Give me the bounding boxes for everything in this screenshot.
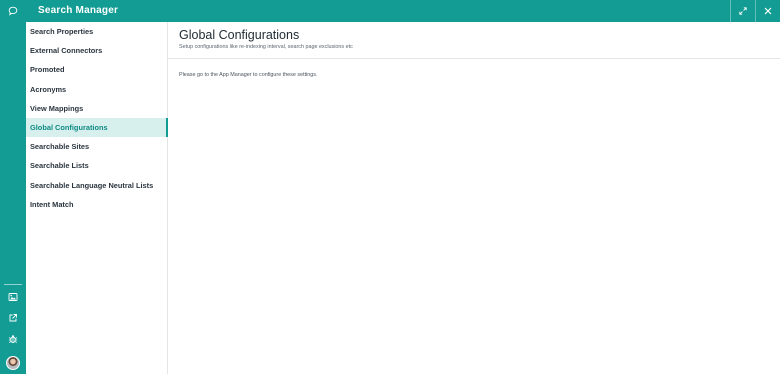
app-title: Search Manager — [38, 5, 119, 16]
sidebar-item-external-connectors[interactable]: External Connectors — [26, 41, 167, 60]
image-icon[interactable] — [0, 286, 26, 308]
expand-icon — [738, 7, 747, 15]
info-message: Please go to the App Manager to configur… — [179, 72, 318, 78]
sidebar-item-searchable-lists[interactable]: Searchable Lists — [26, 156, 167, 175]
external-link-icon[interactable] — [0, 307, 26, 329]
sidebar-item-view-mappings[interactable]: View Mappings — [26, 99, 167, 118]
sidebar-item-intent-match[interactable]: Intent Match — [26, 195, 167, 214]
bug-icon[interactable] — [0, 328, 26, 350]
user-avatar[interactable] — [6, 356, 20, 370]
close-icon — [764, 7, 771, 15]
chat-bubble-icon[interactable] — [0, 0, 26, 22]
left-rail — [0, 0, 26, 374]
sidebar-item-search-properties[interactable]: Search Properties — [26, 22, 167, 41]
title-bar: Search Manager — [26, 0, 780, 22]
header-divider — [168, 58, 780, 59]
settings-sidebar: Search Properties External Connectors Pr… — [26, 22, 168, 374]
sidebar-item-searchable-sites[interactable]: Searchable Sites — [26, 137, 167, 156]
rail-divider — [4, 284, 22, 285]
page-subtitle: Setup configurations like re-indexing in… — [179, 44, 353, 50]
sidebar-item-searchable-language-neutral-lists[interactable]: Searchable Language Neutral Lists — [26, 176, 167, 195]
sidebar-item-acronyms[interactable]: Acronyms — [26, 80, 167, 99]
close-button[interactable] — [755, 0, 779, 22]
sidebar-item-global-configurations[interactable]: Global Configurations — [26, 117, 168, 138]
expand-button[interactable] — [730, 0, 754, 22]
page-title: Global Configurations — [179, 28, 300, 42]
content-panel: Global Configurations Setup configuratio… — [168, 22, 780, 374]
sidebar-item-promoted[interactable]: Promoted — [26, 60, 167, 79]
